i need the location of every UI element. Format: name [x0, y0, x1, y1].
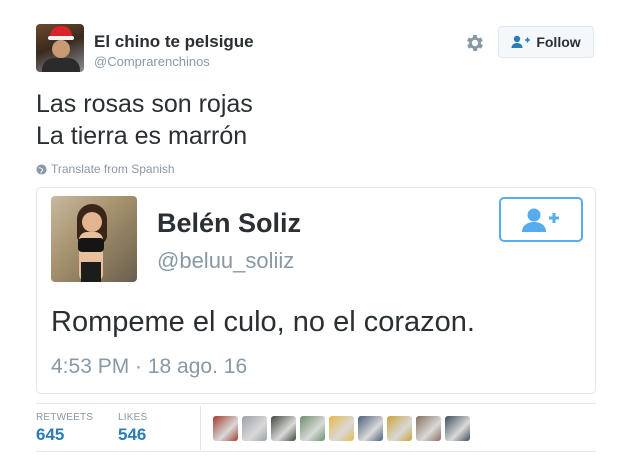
- liker-avatar-2[interactable]: [242, 416, 267, 441]
- stats-separator: [200, 406, 201, 450]
- quoted-display-name[interactable]: Belén Soliz: [157, 208, 301, 239]
- author-username[interactable]: @Comprarenchinos: [94, 54, 210, 69]
- translate-link[interactable]: Translate from Spanish: [36, 162, 175, 176]
- likes-label: LIKES: [118, 412, 148, 423]
- follow-button[interactable]: Follow: [498, 26, 594, 58]
- liker-avatar-9[interactable]: [445, 416, 470, 441]
- liker-avatar-1[interactable]: [213, 416, 238, 441]
- user-add-icon: [522, 208, 559, 232]
- quoted-follow-button[interactable]: [499, 197, 583, 242]
- liker-avatar-3[interactable]: [271, 416, 296, 441]
- author-avatar[interactable]: [36, 24, 84, 72]
- liker-avatar-5[interactable]: [329, 416, 354, 441]
- user-add-icon: [511, 35, 531, 48]
- quoted-timestamp[interactable]: 4:53 PM · 18 ago. 16: [51, 355, 247, 379]
- retweets-stat[interactable]: RETWEETS 645: [36, 412, 93, 445]
- liker-avatar-8[interactable]: [416, 416, 441, 441]
- likes-stat[interactable]: LIKES 546: [118, 412, 147, 445]
- quoted-username[interactable]: @beluu_soliiz: [157, 248, 294, 274]
- liker-avatar-7[interactable]: [387, 416, 412, 441]
- stats-divider-top: [36, 403, 596, 404]
- retweets-label: RETWEETS: [36, 412, 94, 423]
- likers-avatars: [213, 416, 470, 441]
- settings-button[interactable]: [464, 32, 486, 54]
- quoted-tweet-card[interactable]: Belén Soliz @beluu_soliiz Rompeme el cul…: [36, 187, 596, 394]
- quoted-tweet-text: Rompeme el culo, no el corazon.: [51, 306, 475, 338]
- liker-avatar-4[interactable]: [300, 416, 325, 441]
- author-display-name[interactable]: El chino te pelsigue: [94, 32, 254, 52]
- globe-icon: [36, 163, 47, 175]
- likes-count: 546: [118, 425, 147, 444]
- tweet-line: La tierra es marrón: [36, 122, 248, 150]
- translate-label: Translate from Spanish: [51, 162, 175, 176]
- quoted-avatar[interactable]: [51, 196, 137, 282]
- gear-icon: [467, 35, 483, 51]
- liker-avatar-6[interactable]: [358, 416, 383, 441]
- tweet-text: Las rosas son rojas La tierra es marrón: [36, 88, 253, 152]
- retweets-count: 645: [36, 425, 65, 444]
- tweet-line: Las rosas son rojas: [36, 90, 253, 118]
- follow-button-label: Follow: [536, 34, 581, 50]
- stats-divider-bottom: [36, 451, 596, 452]
